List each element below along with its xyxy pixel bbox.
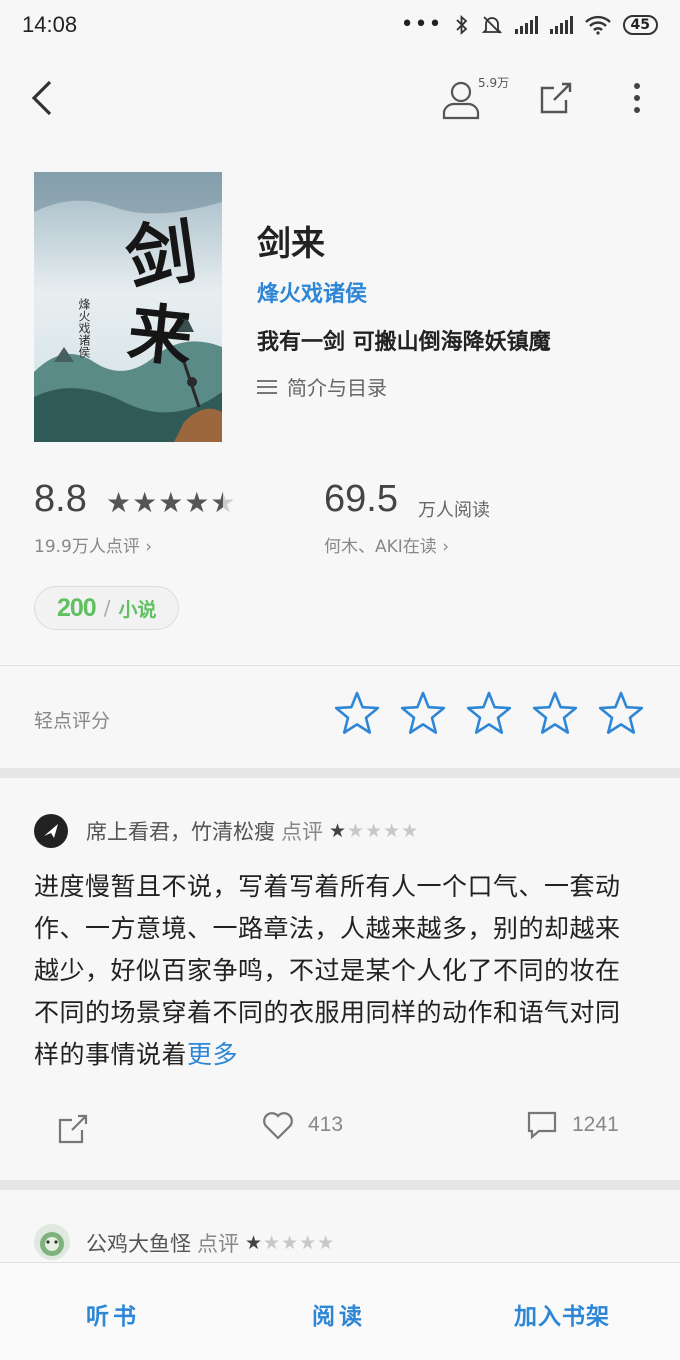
cover-calligraphy-1: 剑 [121,209,202,301]
section-separator [0,1180,680,1190]
comment-button[interactable]: 1241 [526,1110,619,1140]
book-author[interactable]: 烽火戏诸侯 [257,276,367,308]
heart-icon [263,1112,293,1140]
rate-stars [334,690,644,736]
readers-count: 5.9万 [478,76,510,90]
comment-count: 1241 [572,1113,619,1136]
rate-label: 轻点评分 [34,710,111,732]
rating-stars: ★★★★★ [106,486,237,519]
battery-icon: 45 [622,15,658,35]
cover-author-text: 烽火戏诸侯 [77,298,91,359]
read-unit: 万人阅读 [418,500,490,521]
status-time: 14:08 [22,12,78,37]
rating-count: 19.9万人点评 [34,537,140,557]
divider [0,665,680,666]
status-bar: 14:08 ••• 45 [0,0,680,50]
review-action: 点评 [197,1232,239,1256]
mute-bell-icon [481,16,502,34]
review-header: 公鸡大鱼怪 点评 ★★★★★ [86,1228,335,1258]
more-vertical-icon[interactable] [625,78,649,118]
comment-icon [527,1111,557,1140]
book-detail-page: 14:08 ••• 45 5.9万 剑 来 烽火戏诸侯 剑来 烽火戏诸侯 我有一… [0,0,680,1360]
review-more-link[interactable]: 更多 [187,1040,238,1069]
menu-icon [257,379,277,394]
review-header: 席上看君，竹清松瘦 点评 ★★★★★ [86,816,419,846]
app-bar: 5.9万 [0,58,680,138]
review-action: 点评 [281,820,323,844]
book-slogan: 我有一剑 可搬山倒海降妖镇魔 [257,329,551,355]
wifi-icon [584,15,611,35]
review-stars: ★★★★★ [245,1232,336,1254]
like-count: 413 [308,1113,344,1136]
signal-icon [549,16,573,34]
bottom-action-bar: 听书 阅读 加入书架 [0,1262,680,1360]
read-number: 69.5 [324,478,398,520]
category-tag[interactable]: 200 / 小说 [34,586,180,630]
rating-count-link[interactable]: 19.9万人点评 › [34,532,152,557]
rate-star-icon[interactable] [334,690,380,736]
book-info: 剑 来 烽火戏诸侯 剑来 烽火戏诸侯 我有一剑 可搬山倒海降妖镇魔 简介与目录 [0,172,680,452]
like-button[interactable]: 413 [262,1110,343,1140]
review-card[interactable]: 席上看君，竹清松瘦 点评 ★★★★★ 进度慢暂且不说，写着写着所有人一个口气、一… [0,778,680,1180]
rate-star-icon[interactable] [466,690,512,736]
tag-separator: / [103,596,111,620]
half-star-icon: ★ [210,486,236,519]
review-card[interactable]: 公鸡大鱼怪 点评 ★★★★★ [0,1190,680,1270]
status-icons: ••• 45 [401,14,658,36]
add-to-shelf-button[interactable]: 加入书架 [514,1297,610,1331]
review-stars: ★★★★★ [329,820,420,842]
share-icon[interactable] [56,1112,90,1146]
readers-button[interactable]: 5.9万 [440,72,520,124]
person-icon [442,81,480,120]
reviewer-name[interactable]: 席上看君，竹清松瘦 [86,816,275,846]
tag-number: 200 [57,593,97,622]
reviewer-avatar[interactable] [34,1224,70,1260]
cover-art: 剑 来 烽火戏诸侯 [34,172,222,442]
back-icon[interactable] [26,78,62,118]
read-button[interactable]: 阅读 [312,1297,366,1331]
book-title: 剑来 [257,224,325,264]
rate-star-icon[interactable] [532,690,578,736]
more-dots-icon: ••• [400,12,443,37]
rating-score: 8.8 [34,478,87,520]
toc-link[interactable]: 简介与目录 [257,372,387,401]
readers-text: 何木、AKI在读 [324,537,437,557]
bluetooth-icon [455,15,467,35]
review-actions: 413 1241 [0,1108,680,1158]
reviewer-name[interactable]: 公鸡大鱼怪 [86,1228,191,1258]
rate-star-icon[interactable] [598,690,644,736]
book-stats: 8.8 ★★★★★ 19.9万人点评 › 69.5 万人阅读 何木、AKI在读 … [0,478,680,568]
share-icon[interactable] [536,78,576,118]
toc-label: 简介与目录 [287,376,387,400]
rate-section: 轻点评分 [0,668,680,768]
readers-link[interactable]: 何木、AKI在读 › [324,532,449,557]
tag-label: 小说 [118,598,157,621]
book-cover[interactable]: 剑 来 烽火戏诸侯 [34,172,222,442]
signal-icon [514,16,538,34]
section-separator [0,768,680,778]
review-text: 进度慢暂且不说，写着写着所有人一个口气、一套动作、一方意境、一路章法，人越来越多… [34,872,621,1069]
review-body[interactable]: 进度慢暂且不说，写着写着所有人一个口气、一套动作、一方意境、一路章法，人越来越多… [34,866,634,1076]
rate-star-icon[interactable] [400,690,446,736]
reviewer-avatar[interactable] [34,814,68,848]
listen-button[interactable]: 听书 [86,1297,140,1331]
